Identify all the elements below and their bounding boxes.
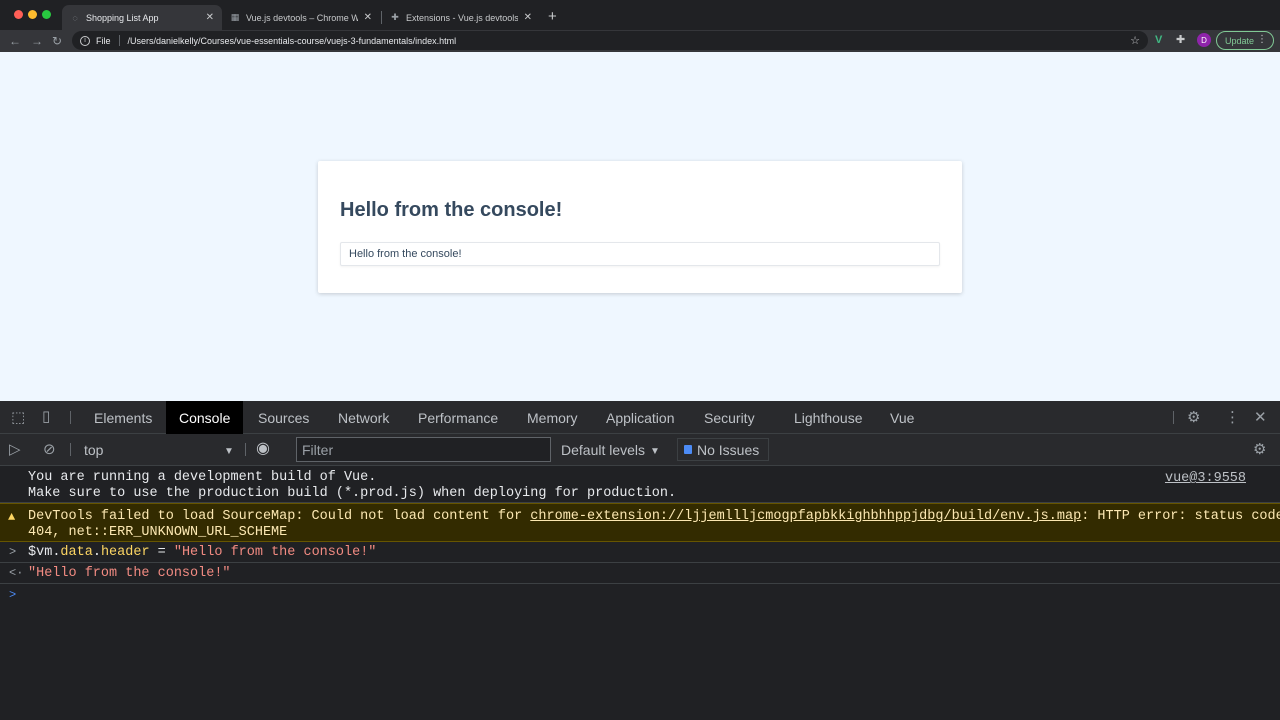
update-button[interactable]: Update ⋮ — [1216, 31, 1274, 50]
inspect-element-icon[interactable]: ⬚ — [11, 410, 25, 425]
tab-vue[interactable]: Vue — [890, 401, 914, 434]
webstore-icon: ▦ — [230, 12, 240, 22]
puzzle-icon: ✚ — [391, 12, 399, 22]
console-text: You are running a development build of V… — [28, 470, 377, 485]
new-tab-button[interactable]: + — [548, 8, 557, 25]
app-card: Hello from the console! Hello from the c… — [318, 161, 962, 293]
warning-text: DevTools failed to load SourceMap: Could… — [28, 509, 531, 524]
close-tab-icon[interactable]: ✕ — [524, 12, 532, 23]
tab-performance[interactable]: Performance — [418, 401, 498, 434]
browser-toolbar: ← → ↻ i File /Users/danielkelly/Courses/… — [0, 30, 1280, 52]
bookmark-star-icon[interactable]: ☆ — [1130, 34, 1140, 47]
console-result-value: "Hello from the console!" — [28, 566, 231, 581]
tab-title: Vue.js devtools – Chrome Web — [246, 12, 358, 23]
issues-label: No Issues — [697, 441, 760, 458]
sidebar-toggle-icon[interactable]: ▷ — [9, 442, 21, 457]
tab-lighthouse[interactable]: Lighthouse — [794, 401, 863, 434]
omnibox-divider — [118, 35, 120, 46]
console-settings-gear-icon[interactable]: ⚙ — [1253, 442, 1266, 457]
page-header: Hello from the console! — [340, 199, 563, 221]
issues-button[interactable]: No Issues — [677, 438, 769, 461]
close-tab-icon[interactable]: ✕ — [206, 12, 214, 23]
tab-memory[interactable]: Memory — [527, 401, 578, 434]
token-variable: $vm — [28, 545, 53, 560]
toolbar-divider — [1173, 411, 1174, 424]
tab-console[interactable]: Console — [166, 401, 244, 434]
devtools-panel: ⬚ ▯ Elements Console Sources Network Per… — [0, 401, 1280, 720]
close-window-button[interactable] — [14, 10, 23, 19]
tab-network[interactable]: Network — [338, 401, 389, 434]
issues-flag-icon — [684, 445, 692, 454]
profile-avatar[interactable]: D — [1197, 33, 1211, 47]
toolbar-divider — [70, 443, 71, 456]
tab-title: Extensions - Vue.js devtools — [406, 12, 518, 23]
header-input[interactable]: Hello from the console! — [340, 242, 940, 266]
page-viewport: Hello from the console! Hello from the c… — [0, 52, 1280, 401]
console-filter-input[interactable] — [296, 437, 551, 462]
console-result: <· "Hello from the console!" — [0, 563, 1280, 584]
context-selector[interactable]: top — [84, 442, 103, 458]
reload-icon[interactable]: ↻ — [52, 33, 62, 49]
back-arrow-icon[interactable]: ← — [9, 33, 21, 49]
warning-text: : HTTP error: status code — [1081, 509, 1280, 524]
minimize-window-button[interactable] — [28, 10, 37, 19]
console-text: Make sure to use the production build (*… — [28, 486, 677, 501]
url-text[interactable]: /Users/danielkelly/Courses/vue-essential… — [128, 36, 457, 46]
toolbar-divider — [245, 443, 246, 456]
tab-application[interactable]: Application — [606, 401, 675, 434]
devtools-tabbar: ⬚ ▯ Elements Console Sources Network Per… — [0, 401, 1280, 434]
input-chevron-icon: > — [9, 545, 17, 559]
token-property: data — [60, 545, 93, 560]
tab-sources[interactable]: Sources — [258, 401, 309, 434]
toolbar-divider — [70, 411, 71, 424]
clear-console-icon[interactable]: ⊘ — [43, 442, 56, 457]
url-scheme: File — [96, 35, 111, 46]
console-prompt-caret[interactable]: > — [9, 588, 16, 602]
token-string: "Hello from the console!" — [173, 545, 377, 560]
close-devtools-icon[interactable]: ✕ — [1254, 410, 1267, 425]
token-property: header — [100, 545, 150, 560]
device-toolbar-icon[interactable]: ▯ — [42, 409, 50, 424]
settings-gear-icon[interactable]: ⚙ — [1187, 410, 1200, 425]
token-operator: = — [149, 545, 174, 560]
vue-devtools-icon[interactable]: V — [1155, 34, 1162, 47]
address-bar[interactable]: i File /Users/danielkelly/Courses/vue-es… — [72, 31, 1148, 50]
close-tab-icon[interactable]: ✕ — [364, 12, 372, 23]
warning-icon: ▲ — [8, 510, 16, 524]
update-label: Update — [1225, 35, 1255, 46]
console-input-echo: > $vm.data.header = "Hello from the cons… — [0, 542, 1280, 563]
console-output: You are running a development build of V… — [0, 466, 1280, 720]
sourcemap-link[interactable]: chrome-extension://ljjemllljcmogpfapbkki… — [530, 509, 1081, 524]
globe-icon: ◌ — [72, 12, 78, 23]
chevron-down-icon[interactable]: ▼ — [650, 444, 660, 460]
token-operator: . — [92, 545, 101, 560]
tab-title: Shopping List App — [86, 12, 159, 23]
tab-strip: ◌ Shopping List App ✕ ▦ Vue.js devtools … — [0, 0, 1280, 30]
console-command[interactable]: $vm.data.header = "Hello from the consol… — [28, 545, 376, 560]
info-icon[interactable]: i — [80, 35, 90, 46]
tab-security[interactable]: Security — [704, 401, 755, 434]
console-toolbar: ▷ ⊘ top ▼ ◉ Default levels ▼ No Issues ⚙ — [0, 434, 1280, 466]
tab-vue-devtools-webstore[interactable]: ▦ Vue.js devtools – Chrome Web ✕ — [222, 5, 380, 30]
forward-arrow-icon[interactable]: → — [31, 33, 43, 49]
extensions-puzzle-icon[interactable]: ✚ — [1176, 34, 1185, 47]
console-text: 404, net::ERR_UNKNOWN_URL_SCHEME — [28, 525, 288, 540]
log-levels-dropdown[interactable]: Default levels — [561, 442, 645, 458]
console-message-warning: ▲ DevTools failed to load SourceMap: Cou… — [0, 503, 1280, 542]
eye-icon[interactable]: ◉ — [256, 441, 270, 457]
console-text: DevTools failed to load SourceMap: Could… — [28, 509, 1280, 524]
more-menu-icon[interactable]: ⋮ — [1257, 34, 1267, 45]
result-arrow-icon: <· — [9, 566, 24, 580]
tab-shopping-list[interactable]: ◌ Shopping List App ✕ — [62, 5, 222, 30]
tab-elements[interactable]: Elements — [94, 401, 152, 434]
chevron-down-icon[interactable]: ▼ — [224, 444, 234, 460]
tab-extensions[interactable]: ✚ Extensions - Vue.js devtools ✕ — [382, 5, 540, 30]
console-message-info: You are running a development build of V… — [0, 466, 1280, 503]
zoom-window-button[interactable] — [42, 10, 51, 19]
more-options-icon[interactable]: ⋮ — [1225, 410, 1240, 425]
source-link[interactable]: vue@3:9558 — [1165, 471, 1246, 486]
